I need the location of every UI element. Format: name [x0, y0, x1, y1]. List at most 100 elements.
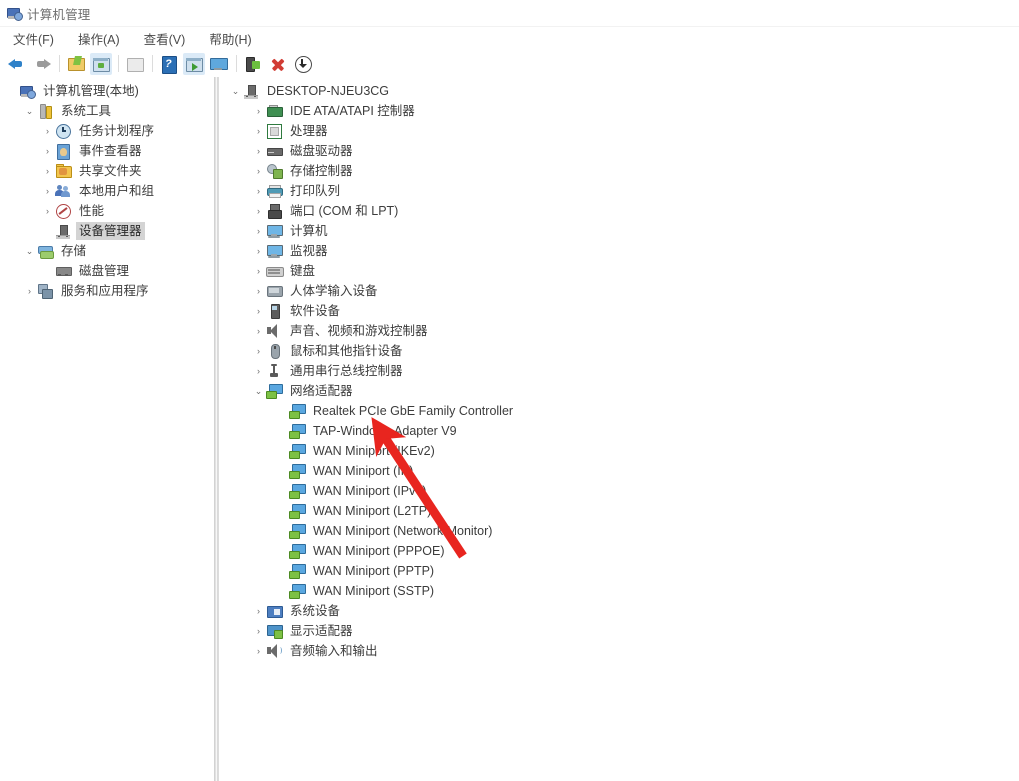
chevron-right-icon[interactable]: › [251, 226, 266, 236]
device-tree-item[interactable]: WAN Miniport (IKEv2) [220, 441, 1019, 461]
console-tree-item[interactable]: 计算机管理(本地) [0, 81, 212, 101]
chevron-right-icon[interactable]: › [40, 166, 55, 176]
disable-device-button[interactable] [292, 53, 314, 75]
folder-up-icon [67, 55, 85, 73]
back-button[interactable] [6, 53, 28, 75]
help-question-icon: ? [160, 55, 178, 74]
show-hide-console-tree-button[interactable] [90, 52, 112, 75]
console-tree-item[interactable]: ⌄ 存储 [0, 241, 212, 261]
device-tree-item[interactable]: › IDE ATA/ATAPI 控制器 [220, 101, 1019, 121]
device-tree-item[interactable]: Realtek PCIe GbE Family Controller [220, 401, 1019, 421]
computer-root-icon [243, 83, 259, 99]
show-hide-action-pane-button[interactable] [183, 52, 205, 75]
chevron-right-icon[interactable]: › [251, 366, 266, 376]
chevron-right-icon[interactable]: › [251, 166, 266, 176]
up-one-level-button[interactable] [65, 53, 87, 75]
device-tree-item[interactable]: › 通用串行总线控制器 [220, 361, 1019, 381]
processor-icon [266, 123, 282, 139]
device-tree-item[interactable]: › 鼠标和其他指针设备 [220, 341, 1019, 361]
menu-file[interactable]: 文件(F) [8, 27, 64, 50]
computer-management-icon [19, 83, 36, 99]
console-tree-item[interactable]: › 事件查看器 [0, 141, 212, 161]
console-tree-item[interactable]: 磁盘管理 [0, 261, 212, 281]
device-tree-item[interactable]: › 存储控制器 [220, 161, 1019, 181]
chevron-right-icon[interactable]: › [40, 206, 55, 216]
update-driver-button[interactable] [242, 53, 264, 75]
console-tree-item[interactable]: › 服务和应用程序 [0, 281, 212, 301]
device-tree-item[interactable]: ⌄ DESKTOP-NJEU3CG [220, 81, 1019, 101]
menu-help[interactable]: 帮助(H) [204, 27, 261, 50]
network-adapter-icon [289, 443, 306, 459]
uninstall-device-button[interactable] [267, 53, 289, 75]
event-viewer-icon [55, 143, 71, 160]
menu-action[interactable]: 操作(A) [73, 27, 130, 50]
toolbar-separator [152, 55, 153, 72]
properties-button[interactable] [124, 53, 146, 75]
back-arrow-icon [8, 55, 26, 73]
device-tree-item[interactable]: TAP-Windows Adapter V9 [220, 421, 1019, 441]
device-tree-item[interactable]: › 音频输入和输出 [220, 641, 1019, 661]
device-tree-item[interactable]: WAN Miniport (PPPOE) [220, 541, 1019, 561]
device-tree-item[interactable]: › 处理器 [220, 121, 1019, 141]
console-tree-pane: 计算机管理(本地) ⌄ 系统工具 › 任务计划程序 › 事件查看器 › 共享文件夹 › 本地用户和组… [0, 77, 213, 781]
chevron-right-icon[interactable]: › [40, 146, 55, 156]
chevron-right-icon[interactable]: › [251, 186, 266, 196]
chevron-down-icon[interactable]: ⌄ [251, 386, 266, 396]
console-tree-label: 计算机管理(本地) [43, 84, 139, 98]
chevron-right-icon[interactable]: › [251, 126, 266, 136]
chevron-right-icon[interactable]: › [40, 126, 55, 136]
device-tree-item[interactable]: WAN Miniport (SSTP) [220, 581, 1019, 601]
console-tree-item[interactable]: › 共享文件夹 [0, 161, 212, 181]
console-tree-item[interactable]: › 任务计划程序 [0, 121, 212, 141]
network-adapter-icon [289, 503, 306, 519]
device-tree-item[interactable]: › 显示适配器 [220, 621, 1019, 641]
chevron-right-icon[interactable]: › [251, 346, 266, 356]
chevron-right-icon[interactable]: › [251, 206, 266, 216]
device-tree-item[interactable]: › 声音、视频和游戏控制器 [220, 321, 1019, 341]
device-tree-item[interactable]: › 计算机 [220, 221, 1019, 241]
device-tree-item[interactable]: WAN Miniport (PPTP) [220, 561, 1019, 581]
window-title-bar: 计算机管理 [0, 0, 1019, 27]
chevron-right-icon[interactable]: › [251, 146, 266, 156]
device-tree-item[interactable]: › 系统设备 [220, 601, 1019, 621]
console-tree-label: 性能 [79, 204, 105, 218]
console-tree-item[interactable]: 设备管理器 [0, 221, 212, 241]
chevron-right-icon[interactable]: › [251, 286, 266, 296]
chevron-right-icon[interactable]: › [251, 306, 266, 316]
chevron-down-icon[interactable]: ⌄ [22, 246, 37, 256]
chevron-right-icon[interactable]: › [251, 266, 266, 276]
console-tree-item[interactable]: › 性能 [0, 201, 212, 221]
device-tree-item[interactable]: ⌄ 网络适配器 [220, 381, 1019, 401]
chevron-right-icon[interactable]: › [40, 186, 55, 196]
device-tree-item[interactable]: › 键盘 [220, 261, 1019, 281]
device-tree-item[interactable]: WAN Miniport (L2TP) [220, 501, 1019, 521]
chevron-down-icon[interactable]: ⌄ [22, 106, 37, 116]
device-tree-item[interactable]: › 监视器 [220, 241, 1019, 261]
forward-arrow-icon [33, 55, 51, 73]
chevron-right-icon[interactable]: › [251, 106, 266, 116]
chevron-right-icon[interactable]: › [22, 286, 37, 296]
storage-controller-icon [266, 163, 283, 179]
device-tree-item[interactable]: › 端口 (COM 和 LPT) [220, 201, 1019, 221]
device-tree-item[interactable]: › 人体学输入设备 [220, 281, 1019, 301]
device-tree-item[interactable]: WAN Miniport (IP) [220, 461, 1019, 481]
help-button[interactable]: ? [158, 53, 180, 75]
chevron-right-icon[interactable]: › [251, 646, 266, 656]
device-tree-item[interactable]: › 打印队列 [220, 181, 1019, 201]
device-tree-item[interactable]: WAN Miniport (Network Monitor) [220, 521, 1019, 541]
scan-hardware-changes-button[interactable] [208, 53, 230, 75]
device-tree-item[interactable]: › 磁盘驱动器 [220, 141, 1019, 161]
console-tree-item[interactable]: ⌄ 系统工具 [0, 101, 212, 121]
console-tree-label: 本地用户和组 [79, 184, 155, 198]
device-tree-item[interactable]: WAN Miniport (IPv6) [220, 481, 1019, 501]
console-tree-item[interactable]: › 本地用户和组 [0, 181, 212, 201]
chevron-down-icon[interactable]: ⌄ [228, 86, 243, 96]
chevron-right-icon[interactable]: › [251, 606, 266, 616]
pane-splitter[interactable] [213, 77, 220, 781]
forward-button[interactable] [31, 53, 53, 75]
chevron-right-icon[interactable]: › [251, 326, 266, 336]
device-tree-item[interactable]: › 软件设备 [220, 301, 1019, 321]
chevron-right-icon[interactable]: › [251, 246, 266, 256]
menu-view[interactable]: 查看(V) [139, 27, 196, 50]
chevron-right-icon[interactable]: › [251, 626, 266, 636]
